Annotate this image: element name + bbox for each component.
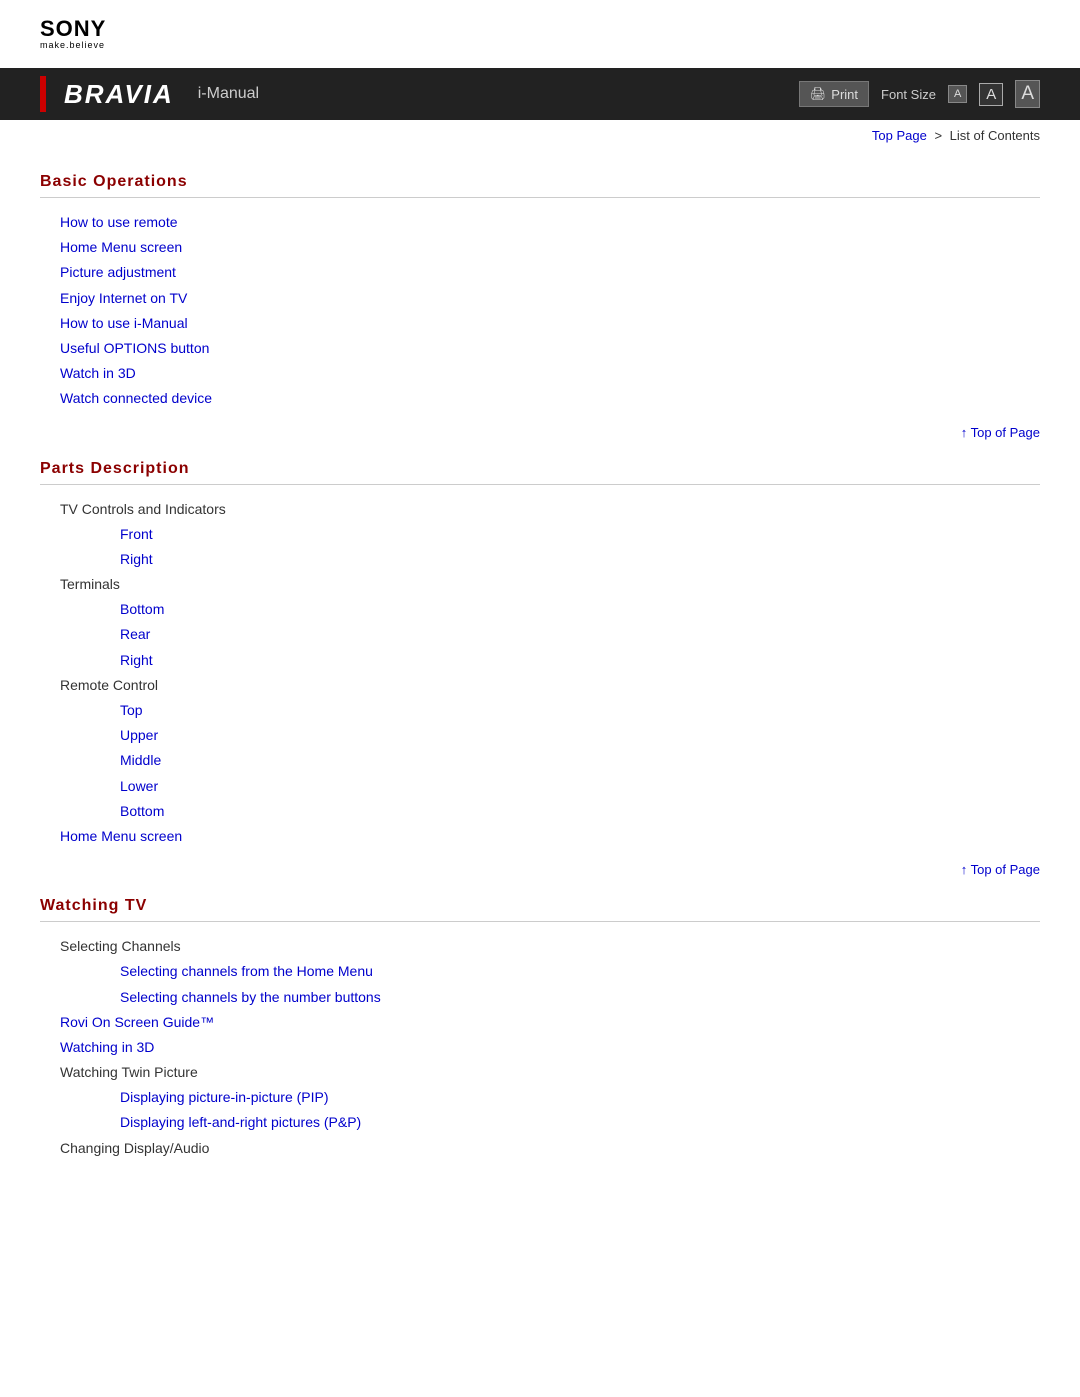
breadcrumb-top-page-link[interactable]: Top Page (872, 128, 927, 143)
plain-item-parts-description-3: Terminals (60, 572, 1040, 597)
nav-link-basic-operations-7[interactable]: Watch connected device (60, 386, 1040, 411)
print-icon: 🖨 (810, 86, 827, 102)
breadcrumb-separator: > (934, 128, 942, 143)
section-heading-basic-operations: Basic Operations (40, 173, 1040, 191)
nav-link-basic-operations-5[interactable]: Useful OPTIONS button (60, 336, 1040, 361)
nav-link-parts-description-12[interactable]: Bottom (120, 799, 1040, 824)
nav-link-parts-description-8[interactable]: Top (120, 698, 1040, 723)
nav-link-watching-tv-2[interactable]: Selecting channels by the number buttons (120, 985, 1040, 1010)
print-button[interactable]: 🖨 Print (799, 81, 869, 107)
sony-tagline: make.believe (40, 40, 1040, 50)
logo-area: SONY make.believe (0, 0, 1080, 60)
section-divider-parts-description (40, 484, 1040, 485)
nav-link-basic-operations-6[interactable]: Watch in 3D (60, 361, 1040, 386)
font-size-small-button[interactable]: A (948, 85, 967, 103)
breadcrumb: Top Page > List of Contents (0, 120, 1080, 147)
nav-link-basic-operations-3[interactable]: Enjoy Internet on TV (60, 286, 1040, 311)
imanual-label: i-Manual (198, 85, 259, 103)
section-divider-basic-operations (40, 197, 1040, 198)
nav-link-basic-operations-0[interactable]: How to use remote (60, 210, 1040, 235)
banner-left: BRAVIA i-Manual (40, 76, 259, 112)
plain-item-watching-tv-8: Changing Display/Audio (60, 1136, 1040, 1161)
font-size-label: Font Size (881, 87, 936, 102)
top-banner: BRAVIA i-Manual 🖨 Print Font Size A A A (0, 68, 1080, 120)
nav-link-basic-operations-1[interactable]: Home Menu screen (60, 235, 1040, 260)
banner-right: 🖨 Print Font Size A A A (799, 80, 1040, 108)
nav-link-parts-description-1[interactable]: Front (120, 522, 1040, 547)
breadcrumb-current: List of Contents (950, 128, 1040, 143)
nav-link-parts-description-10[interactable]: Middle (120, 748, 1040, 773)
section-parts-description: Parts Description TV Controls and Indicat… (40, 460, 1040, 882)
font-size-medium-button[interactable]: A (979, 83, 1003, 106)
nav-link-parts-description-9[interactable]: Upper (120, 723, 1040, 748)
nav-link-watching-tv-6[interactable]: Displaying picture-in-picture (PIP) (120, 1085, 1040, 1110)
nav-link-basic-operations-2[interactable]: Picture adjustment (60, 260, 1040, 285)
top-of-page-link-1[interactable]: ↑ Top of Page (961, 862, 1040, 877)
nav-link-parts-description-6[interactable]: Right (120, 648, 1040, 673)
nav-link-parts-description-11[interactable]: Lower (120, 774, 1040, 799)
nav-link-parts-description-4[interactable]: Bottom (120, 597, 1040, 622)
bravia-logo: BRAVIA (64, 79, 174, 110)
section-heading-watching-tv: Watching TV (40, 897, 1040, 915)
nav-link-watching-tv-7[interactable]: Displaying left-and-right pictures (P&P) (120, 1110, 1040, 1135)
nav-link-watching-tv-3[interactable]: Rovi On Screen Guide™ (60, 1010, 1040, 1035)
section-divider-watching-tv (40, 921, 1040, 922)
print-label: Print (831, 87, 858, 102)
nav-link-parts-description-2[interactable]: Right (120, 547, 1040, 572)
plain-item-parts-description-0: TV Controls and Indicators (60, 497, 1040, 522)
plain-item-parts-description-7: Remote Control (60, 673, 1040, 698)
nav-link-watching-tv-4[interactable]: Watching in 3D (60, 1035, 1040, 1060)
plain-item-watching-tv-5: Watching Twin Picture (60, 1060, 1040, 1085)
red-accent-bar (40, 76, 46, 112)
top-of-page-area-1: ↑ Top of Page (40, 853, 1040, 881)
nav-link-watching-tv-1[interactable]: Selecting channels from the Home Menu (120, 959, 1040, 984)
top-of-page-area-0: ↑ Top of Page (40, 416, 1040, 444)
plain-item-watching-tv-0: Selecting Channels (60, 934, 1040, 959)
nav-link-basic-operations-4[interactable]: How to use i-Manual (60, 311, 1040, 336)
section-basic-operations: Basic Operations How to use remoteHome Me… (40, 173, 1040, 444)
top-of-page-link-0[interactable]: ↑ Top of Page (961, 425, 1040, 440)
section-heading-parts-description: Parts Description (40, 460, 1040, 478)
nav-link-parts-description-5[interactable]: Rear (120, 622, 1040, 647)
nav-link-parts-description-13[interactable]: Home Menu screen (60, 824, 1040, 849)
main-content: Basic OperationsHow to use remoteHome Me… (0, 147, 1080, 1185)
font-size-large-button[interactable]: A (1015, 80, 1040, 108)
sony-logo: SONY (40, 18, 1040, 40)
section-watching-tv: Watching TVSelecting ChannelsSelecting c… (40, 897, 1040, 1161)
